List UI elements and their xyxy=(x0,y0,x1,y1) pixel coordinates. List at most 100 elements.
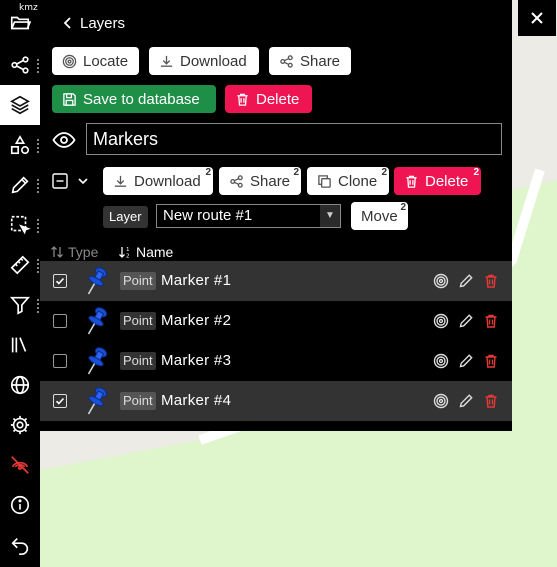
marker-name: Marker #1 xyxy=(161,272,232,289)
measure-tool-button[interactable] xyxy=(0,245,40,285)
delete-selected-button[interactable]: Delete 2 xyxy=(394,167,481,195)
share-button[interactable]: Share xyxy=(269,47,351,75)
gear-icon xyxy=(10,415,30,435)
delete-row-button[interactable] xyxy=(483,273,499,289)
download-selected-button[interactable]: Download 2 xyxy=(103,167,213,195)
route-select[interactable]: New route #1 ▼ xyxy=(156,204,341,228)
type-badge: Point xyxy=(120,312,156,330)
chevron-left-icon xyxy=(63,17,71,29)
download-button[interactable]: Download xyxy=(149,47,259,75)
pencil-icon xyxy=(459,274,473,288)
move-button[interactable]: Move 2 xyxy=(351,202,408,230)
undo-icon xyxy=(11,537,29,555)
sort-icon xyxy=(51,246,63,258)
ruler-icon xyxy=(10,255,30,275)
locate-row-button[interactable] xyxy=(433,273,449,289)
pushpin-icon xyxy=(87,267,108,295)
clone-icon xyxy=(318,174,331,188)
settings-button[interactable] xyxy=(0,405,40,445)
layers-icon xyxy=(10,95,30,115)
delete-row-button[interactable] xyxy=(483,393,499,409)
filter-tool-button[interactable] xyxy=(0,285,40,325)
select-tool-button[interactable] xyxy=(0,205,40,245)
row-checkbox[interactable] xyxy=(53,314,67,328)
locate-row-button[interactable] xyxy=(433,313,449,329)
trash-icon xyxy=(237,93,248,106)
info-button[interactable] xyxy=(0,485,40,525)
location-toggle-button[interactable] xyxy=(0,445,40,485)
select-all-checkbox[interactable] xyxy=(52,173,68,189)
share-selected-button[interactable]: Share 2 xyxy=(219,167,301,195)
marker-name: Marker #3 xyxy=(161,352,232,369)
trash-icon xyxy=(406,175,417,188)
back-label: Layers xyxy=(80,14,126,32)
locate-row-button[interactable] xyxy=(433,393,449,409)
chevron-down-icon[interactable] xyxy=(76,174,90,188)
visibility-eye-icon[interactable] xyxy=(52,128,76,152)
locate-button[interactable]: Locate xyxy=(52,47,139,75)
share-tool-button[interactable] xyxy=(0,45,40,85)
layers-tool-button[interactable] xyxy=(0,85,40,125)
draw-tool-button[interactable] xyxy=(0,165,40,205)
selection-count-badge: 2 xyxy=(205,167,211,178)
selection-count-badge: 2 xyxy=(381,167,387,178)
edit-row-button[interactable] xyxy=(458,353,474,369)
trash-icon xyxy=(485,394,497,408)
edit-row-button[interactable] xyxy=(458,273,474,289)
row-checkbox[interactable] xyxy=(53,394,67,408)
globe-icon xyxy=(10,375,30,395)
marker-name: Marker #2 xyxy=(161,312,232,329)
filter-icon xyxy=(9,296,31,315)
edit-row-button[interactable] xyxy=(458,313,474,329)
row-checkbox[interactable] xyxy=(53,274,67,288)
edit-row-button[interactable] xyxy=(458,393,474,409)
share-icon xyxy=(230,174,243,188)
library-icon xyxy=(11,337,27,353)
locate-icon xyxy=(433,313,449,329)
dropdown-arrow-icon: ▼ xyxy=(320,205,340,227)
table-row[interactable]: Point Marker #2 xyxy=(40,301,512,341)
layer-panel: Layers Locate Download Share Save to dat… xyxy=(40,0,512,431)
delete-layer-button[interactable]: Delete xyxy=(225,85,312,113)
layer-name-input[interactable]: Markers xyxy=(86,123,502,155)
back-to-layers[interactable]: Layers xyxy=(62,12,125,34)
row-checkbox[interactable] xyxy=(53,354,67,368)
checkmark-icon xyxy=(55,397,65,405)
table-row[interactable]: Point Marker #4 xyxy=(40,381,512,421)
delete-row-button[interactable] xyxy=(483,353,499,369)
table-row[interactable]: Point Marker #1 xyxy=(40,261,512,301)
save-to-database-button[interactable]: Save to database xyxy=(52,85,216,113)
sort-asc-icon: 12 xyxy=(119,247,130,259)
type-badge: Point xyxy=(120,272,156,290)
layer-tag: Layer xyxy=(103,206,148,228)
locate-icon xyxy=(433,393,449,409)
pushpin-icon xyxy=(87,307,108,335)
shapes-icon xyxy=(10,135,30,155)
table-row[interactable]: Point Marker #3 xyxy=(40,341,512,381)
marker-name: Marker #4 xyxy=(161,392,232,409)
floppy-disk-icon xyxy=(63,92,76,106)
trash-icon xyxy=(485,354,497,368)
shapes-tool-button[interactable] xyxy=(0,125,40,165)
trash-icon xyxy=(485,274,497,288)
clone-selected-button[interactable]: Clone 2 xyxy=(307,167,389,195)
locate-row-button[interactable] xyxy=(433,353,449,369)
globe-tool-button[interactable] xyxy=(0,365,40,405)
library-tool-button[interactable] xyxy=(0,325,40,365)
pushpin-icon xyxy=(87,387,108,415)
pencil-icon xyxy=(459,314,473,328)
checkmark-icon xyxy=(55,277,65,285)
pushpin-icon xyxy=(87,347,108,375)
undo-button[interactable] xyxy=(0,525,40,565)
download-icon xyxy=(114,175,127,187)
location-off-icon xyxy=(11,456,29,474)
svg-text:1: 1 xyxy=(126,247,130,253)
share-icon xyxy=(11,56,29,74)
delete-row-button[interactable] xyxy=(483,313,499,329)
pencil-icon xyxy=(11,176,29,194)
close-button[interactable] xyxy=(518,0,556,36)
column-header-name[interactable]: 12 Name xyxy=(118,243,173,261)
column-header-type[interactable]: Type xyxy=(50,243,98,261)
kmz-badge: kmz xyxy=(19,3,38,13)
selection-count-badge: 2 xyxy=(293,167,299,178)
